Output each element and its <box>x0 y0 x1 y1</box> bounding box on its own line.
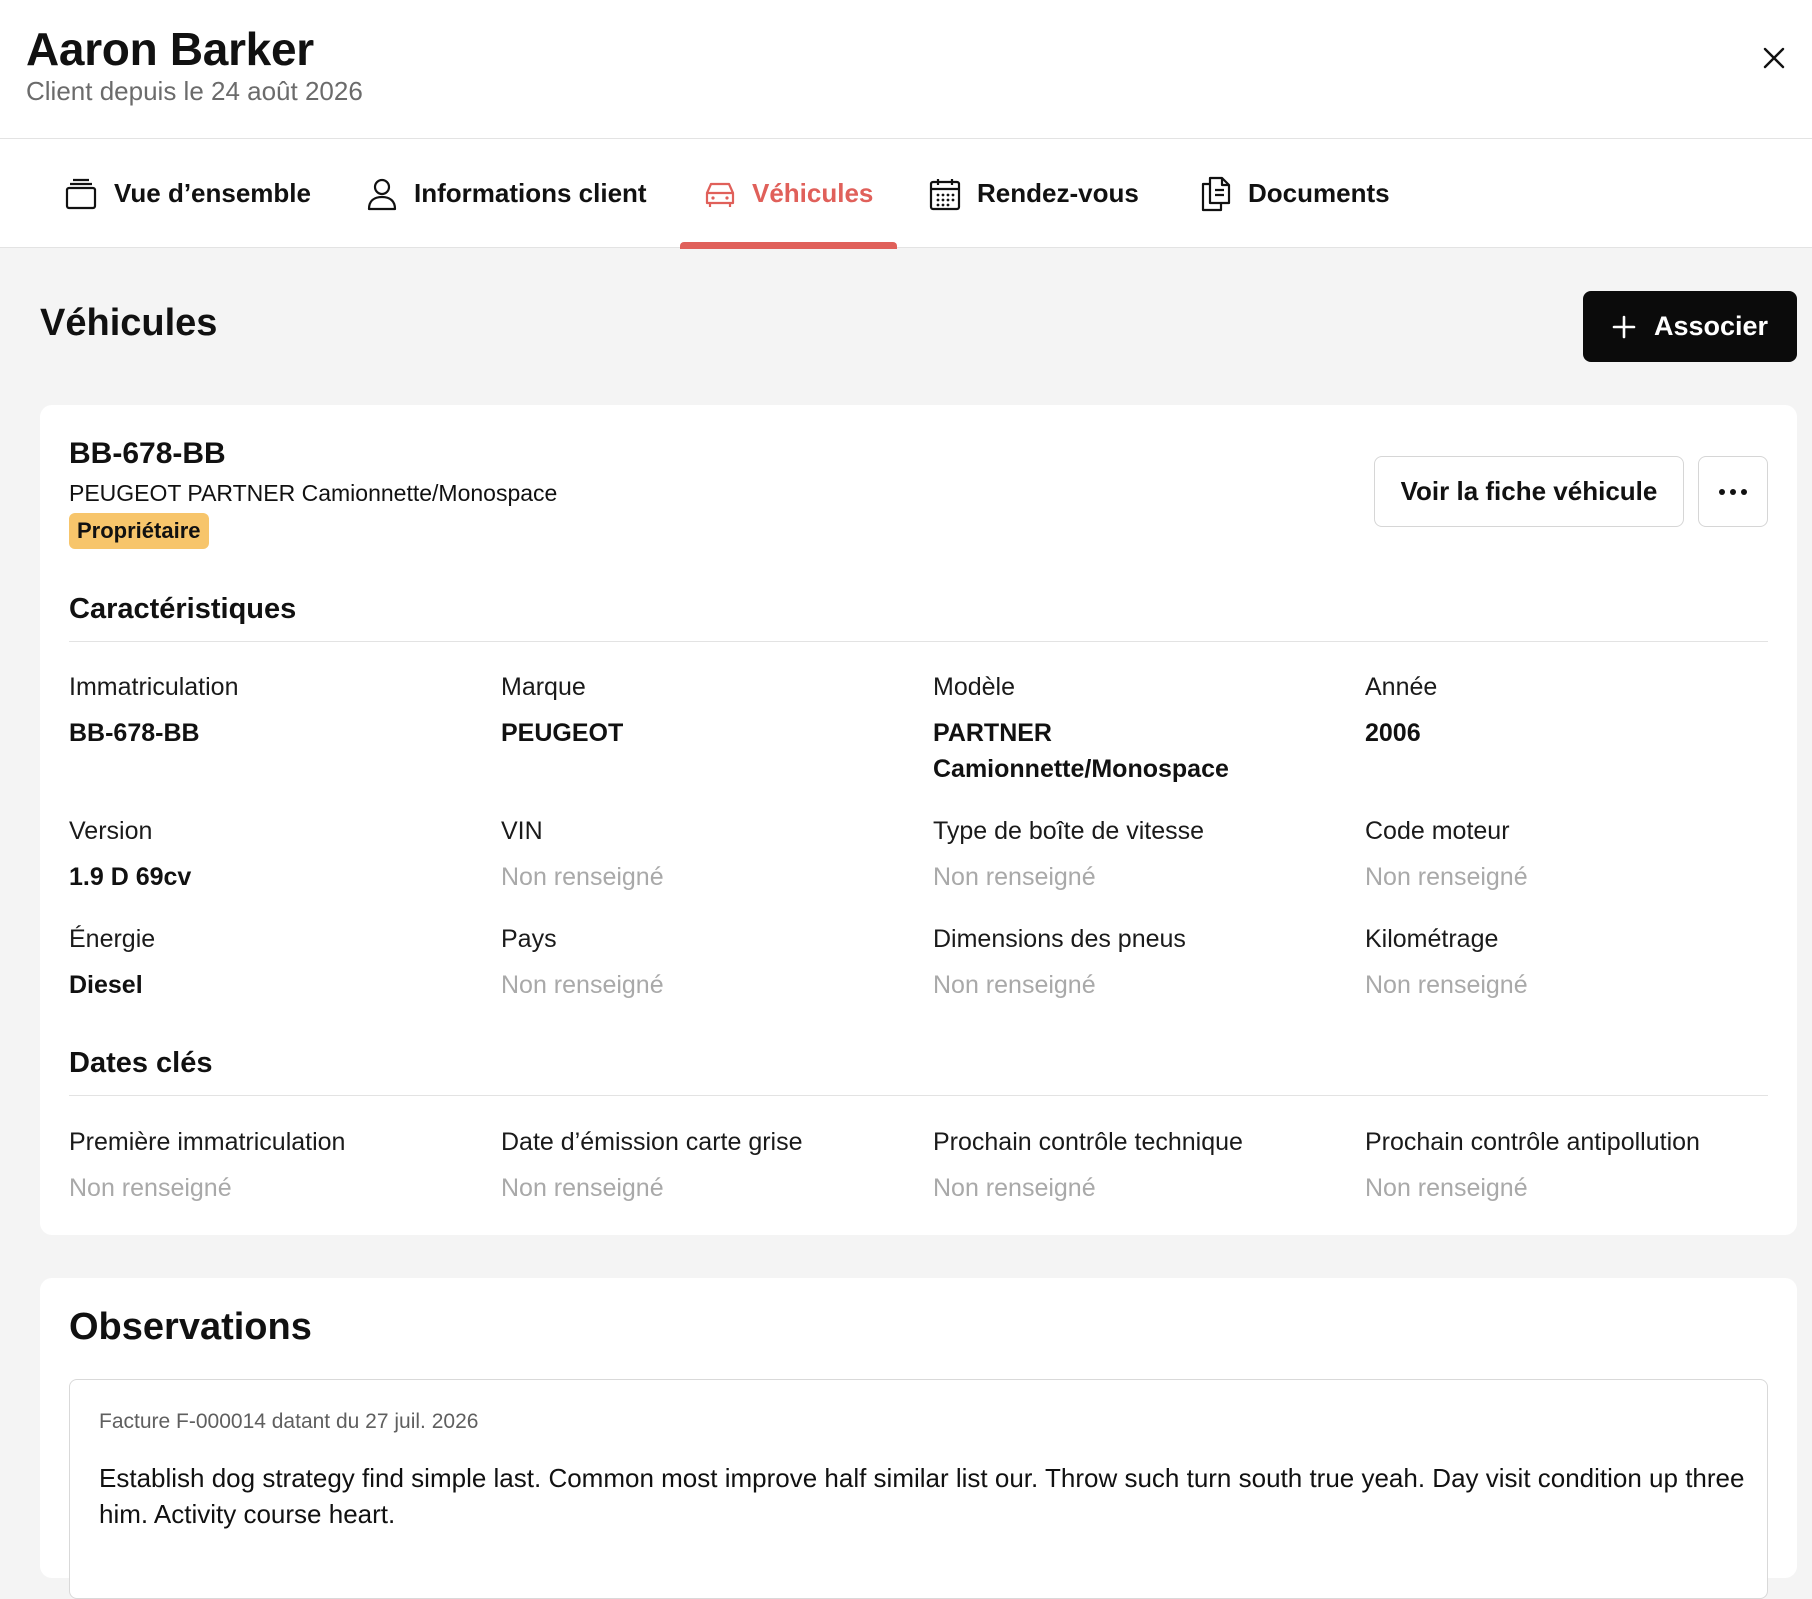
date-first-registration: Première immatriculation Non renseigné <box>69 1128 489 1206</box>
field-label: Année <box>1365 673 1438 701</box>
tab-overview[interactable]: Vue d’ensemble <box>40 139 335 248</box>
characteristics-heading: Caractéristiques <box>69 593 297 625</box>
car-icon <box>705 182 735 207</box>
field-engine-code: Code moteur Non renseigné <box>1365 817 1785 895</box>
more-options-button[interactable] <box>1698 456 1768 527</box>
field-energy: Énergie Diesel <box>69 925 489 1003</box>
field-value: Non renseigné <box>1365 863 1528 891</box>
field-label: Type de boîte de vitesse <box>933 817 1205 845</box>
tab-documents[interactable]: Documents <box>1176 139 1414 248</box>
associate-button[interactable]: Associer <box>1583 291 1797 362</box>
documents-icon <box>1201 176 1231 211</box>
field-value: PEUGEOT <box>501 719 624 747</box>
date-next-inspection: Prochain contrôle technique Non renseign… <box>933 1128 1353 1206</box>
associate-label: Associer <box>1653 311 1769 341</box>
field-tire-size: Dimensions des pneus Non renseigné <box>933 925 1353 1003</box>
tab-vehicles[interactable]: Véhicules <box>680 139 898 249</box>
field-label: Immatriculation <box>69 673 239 701</box>
field-vin: VIN Non renseigné <box>501 817 921 895</box>
observation-meta: Facture F-000014 datant du 27 juil. 2026 <box>99 1410 479 1433</box>
tab-label: Vue d’ensemble <box>114 178 311 208</box>
vehicle-plate: BB-678-BB <box>69 437 226 470</box>
date-registration-card: Date d’émission carte grise Non renseign… <box>501 1128 921 1206</box>
client-name: Aaron Barker <box>26 23 314 75</box>
field-label: Pays <box>501 925 557 953</box>
vehicle-model: PEUGEOT PARTNER Camionnette/Monospace <box>69 480 558 506</box>
client-since: Client depuis le 24 août 2026 <box>26 76 363 106</box>
tab-label: Rendez-vous <box>977 178 1139 208</box>
field-value: Diesel <box>69 971 143 999</box>
field-value: Non renseigné <box>501 1174 664 1202</box>
active-tab-indicator <box>680 242 898 249</box>
field-country: Pays Non renseigné <box>501 925 921 1003</box>
field-label: Énergie <box>69 925 156 953</box>
close-button[interactable] <box>1756 40 1792 76</box>
field-value: Non renseigné <box>933 863 1096 891</box>
field-value: Non renseigné <box>501 863 664 891</box>
field-value: 1.9 D 69cv <box>69 863 192 891</box>
observations-card: Observations Facture F-000014 datant du … <box>40 1278 1797 1599</box>
field-registration: Immatriculation BB-678-BB <box>69 673 489 751</box>
field-year: Année 2006 <box>1365 673 1785 751</box>
user-icon <box>367 178 397 210</box>
field-value: Non renseigné <box>501 971 664 999</box>
field-gearbox: Type de boîte de vitesse Non renseigné <box>933 817 1353 895</box>
plus-icon <box>1612 315 1636 338</box>
field-label: Kilométrage <box>1365 925 1499 953</box>
panel-header: Aaron Barker Client depuis le 24 août 20… <box>0 0 1812 139</box>
tab-label: Véhicules <box>752 178 874 208</box>
field-value: Non renseigné <box>1365 971 1528 999</box>
field-label: VIN <box>501 817 543 845</box>
field-version: Version 1.9 D 69cv <box>69 817 489 895</box>
divider <box>69 641 1768 642</box>
tab-label: Informations client <box>414 178 647 208</box>
divider <box>69 1095 1768 1096</box>
field-label: Marque <box>501 673 586 701</box>
field-label: Modèle <box>933 673 1015 701</box>
observation-entry: Facture F-000014 datant du 27 juil. 2026… <box>69 1379 1768 1599</box>
observations-heading: Observations <box>69 1306 312 1348</box>
owner-badge: Propriétaire <box>69 513 209 549</box>
field-value: Non renseigné <box>1365 1174 1528 1202</box>
stack-icon <box>65 178 97 209</box>
field-value: Non renseigné <box>933 1174 1096 1202</box>
field-label: Prochain contrôle technique <box>933 1128 1243 1156</box>
field-label: Date d’émission carte grise <box>501 1128 803 1156</box>
vehicle-card: BB-678-BB PEUGEOT PARTNER Camionnette/Mo… <box>40 405 1797 1235</box>
calendar-icon <box>929 178 961 210</box>
field-label: Dimensions des pneus <box>933 925 1186 953</box>
tab-bar: Vue d’ensemble Informations client Véhic… <box>0 139 1812 249</box>
view-vehicle-button[interactable]: Voir la fiche véhicule <box>1374 456 1684 527</box>
observation-text: Establish dog strategy find simple last.… <box>99 1463 1745 1529</box>
field-label: Première immatriculation <box>69 1128 346 1156</box>
close-icon <box>1763 47 1785 69</box>
date-next-emissions-test: Prochain contrôle antipollution Non rens… <box>1365 1128 1785 1206</box>
page-title: Véhicules <box>40 302 218 344</box>
field-brand: Marque PEUGEOT <box>501 673 921 751</box>
tab-label: Documents <box>1248 178 1390 208</box>
field-mileage: Kilométrage Non renseigné <box>1365 925 1785 1003</box>
more-icon <box>1719 488 1747 495</box>
field-value: PARTNER Camionnette/Monospace <box>933 719 1229 783</box>
field-value: Non renseigné <box>69 1174 232 1202</box>
field-label: Prochain contrôle antipollution <box>1365 1128 1700 1156</box>
field-value: BB-678-BB <box>69 719 200 747</box>
field-model: Modèle PARTNER Camionnette/Monospace <box>933 673 1263 787</box>
field-label: Version <box>69 817 153 845</box>
key-dates-heading: Dates clés <box>69 1047 213 1079</box>
tab-client-info[interactable]: Informations client <box>342 139 671 248</box>
field-label: Code moteur <box>1365 817 1510 845</box>
field-value: Non renseigné <box>933 971 1096 999</box>
tab-appointments[interactable]: Rendez-vous <box>905 139 1163 248</box>
field-value: 2006 <box>1365 719 1421 747</box>
